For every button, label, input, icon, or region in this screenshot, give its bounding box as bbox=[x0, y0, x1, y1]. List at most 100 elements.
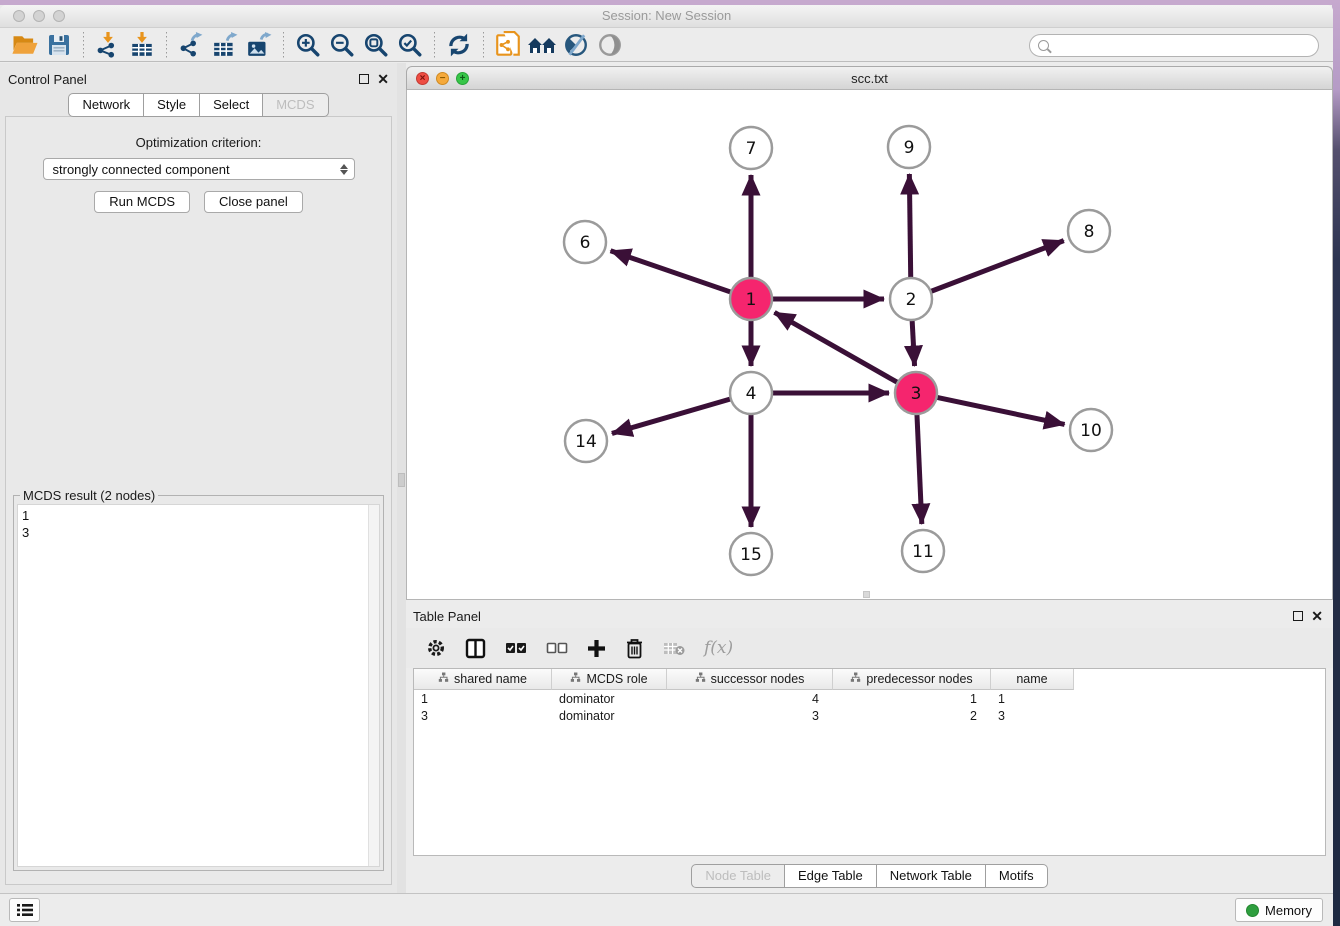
column-label: MCDS role bbox=[586, 672, 647, 686]
float-panel-icon[interactable] bbox=[359, 74, 369, 84]
toolbar-separator bbox=[483, 32, 484, 58]
app-window: Session: New Session bbox=[0, 5, 1333, 926]
search-box[interactable] bbox=[1029, 34, 1319, 57]
table-cell[interactable]: 3 bbox=[667, 709, 833, 723]
tab-network-table[interactable]: Network Table bbox=[877, 864, 986, 888]
column-header-predecessor-nodes[interactable]: predecessor nodes bbox=[833, 669, 991, 690]
select-all-columns-icon[interactable] bbox=[505, 642, 527, 654]
network-graph[interactable]: 7968124314101511 bbox=[407, 90, 1331, 598]
tab-network[interactable]: Network bbox=[68, 93, 144, 117]
tab-mcds[interactable]: MCDS bbox=[263, 93, 328, 117]
node-label-15: 15 bbox=[740, 545, 762, 565]
edge-3-1[interactable] bbox=[774, 312, 897, 382]
table-cell[interactable]: 1 bbox=[833, 692, 991, 706]
run-mcds-button[interactable]: Run MCDS bbox=[94, 191, 190, 213]
column-header-mcds-role[interactable]: MCDS role bbox=[552, 669, 667, 690]
status-bar: Memory bbox=[0, 893, 1333, 926]
column-type-icon bbox=[438, 672, 449, 686]
add-column-icon[interactable] bbox=[587, 639, 606, 658]
edge-2-3[interactable] bbox=[912, 320, 914, 366]
column-header-successor-nodes[interactable]: successor nodes bbox=[667, 669, 833, 690]
export-table-button[interactable] bbox=[208, 30, 242, 60]
divider-grip[interactable] bbox=[398, 473, 405, 487]
task-history-button[interactable] bbox=[9, 898, 40, 922]
network-canvas[interactable]: 7968124314101511 bbox=[406, 90, 1333, 600]
zoom-selected-button[interactable] bbox=[393, 30, 427, 60]
close-panel-icon[interactable]: ✕ bbox=[377, 74, 389, 84]
export-image-button[interactable] bbox=[242, 30, 276, 60]
function-builder-icon: f(x) bbox=[704, 638, 733, 658]
table-cell[interactable]: dominator bbox=[552, 709, 667, 723]
criterion-value: strongly connected component bbox=[53, 162, 340, 177]
show-hide-button[interactable] bbox=[593, 30, 627, 60]
table-options-gear-icon[interactable] bbox=[426, 638, 446, 658]
tab-edge-table[interactable]: Edge Table bbox=[785, 864, 877, 888]
first-neighbors-button[interactable] bbox=[525, 30, 559, 60]
node-label-6: 6 bbox=[580, 233, 591, 253]
tab-node-table[interactable]: Node Table bbox=[691, 864, 785, 888]
delete-columns-icon[interactable] bbox=[625, 638, 644, 659]
table-cell[interactable]: 1 bbox=[991, 692, 1074, 706]
table-panel-title: Table Panel bbox=[413, 609, 1293, 624]
zoom-in-button[interactable] bbox=[291, 30, 325, 60]
edge-2-8[interactable] bbox=[931, 241, 1064, 292]
table-cell[interactable]: dominator bbox=[552, 692, 667, 706]
import-table-button[interactable] bbox=[125, 30, 159, 60]
tab-motifs[interactable]: Motifs bbox=[986, 864, 1048, 888]
column-header-name[interactable]: name bbox=[991, 669, 1074, 690]
apply-layout-button[interactable] bbox=[442, 30, 476, 60]
app-titlebar[interactable]: Session: New Session bbox=[0, 5, 1333, 28]
app-title: Session: New Session bbox=[0, 8, 1333, 23]
zoom-fit-button[interactable] bbox=[359, 30, 393, 60]
mcds-result-group: MCDS result (2 nodes) 1 3 bbox=[13, 495, 384, 871]
import-network-button[interactable] bbox=[91, 30, 125, 60]
float-table-panel-icon[interactable] bbox=[1293, 611, 1303, 621]
toolbar-separator bbox=[83, 32, 84, 58]
table-cell[interactable]: 3 bbox=[414, 709, 552, 723]
unselect-all-columns-icon[interactable] bbox=[546, 642, 568, 654]
table-cell[interactable]: 1 bbox=[414, 692, 552, 706]
toolbar-separator bbox=[434, 32, 435, 58]
tab-style[interactable]: Style bbox=[144, 93, 200, 117]
mcds-result-text[interactable]: 1 3 bbox=[18, 505, 368, 866]
table-row[interactable]: 3dominator323 bbox=[414, 707, 1325, 724]
list-icon bbox=[16, 903, 34, 917]
tab-select[interactable]: Select bbox=[200, 93, 263, 117]
table-cell[interactable]: 2 bbox=[833, 709, 991, 723]
memory-status-icon bbox=[1246, 904, 1259, 917]
node-label-1: 1 bbox=[746, 290, 757, 310]
open-session-button[interactable] bbox=[8, 30, 42, 60]
network-from-selection-button[interactable] bbox=[491, 30, 525, 60]
export-network-button[interactable] bbox=[174, 30, 208, 60]
edge-3-10[interactable] bbox=[937, 397, 1065, 424]
edge-3-11[interactable] bbox=[917, 414, 922, 524]
memory-button[interactable]: Memory bbox=[1235, 898, 1323, 922]
close-table-panel-icon[interactable]: ✕ bbox=[1311, 611, 1323, 621]
table-cell[interactable]: 4 bbox=[667, 692, 833, 706]
zoom-out-button[interactable] bbox=[325, 30, 359, 60]
search-input[interactable] bbox=[1055, 37, 1318, 55]
result-scrollbar[interactable] bbox=[368, 505, 379, 866]
column-type-icon bbox=[850, 672, 861, 686]
column-header-shared-name[interactable]: shared name bbox=[414, 669, 552, 690]
criterion-select[interactable]: strongly connected component bbox=[43, 158, 355, 180]
node-table[interactable]: shared name MCDS role successor nodes prede… bbox=[413, 668, 1326, 856]
edge-1-6[interactable] bbox=[611, 251, 732, 292]
graphics-details-button[interactable] bbox=[559, 30, 593, 60]
column-label: predecessor nodes bbox=[866, 672, 972, 686]
table-cell[interactable]: 3 bbox=[991, 709, 1074, 723]
control-panel-title: Control Panel bbox=[8, 72, 359, 87]
table-row[interactable]: 1dominator411 bbox=[414, 690, 1325, 707]
show-columns-icon[interactable] bbox=[465, 638, 486, 659]
canvas-resize-grip[interactable] bbox=[863, 591, 870, 598]
close-panel-button[interactable]: Close panel bbox=[204, 191, 303, 213]
node-label-9: 9 bbox=[904, 138, 915, 158]
save-session-button[interactable] bbox=[42, 30, 76, 60]
main-toolbar bbox=[0, 28, 1333, 62]
panel-divider[interactable] bbox=[397, 63, 406, 893]
network-window-titlebar[interactable]: × − + scc.txt bbox=[406, 66, 1333, 90]
edge-4-14[interactable] bbox=[612, 399, 731, 434]
select-stepper-icon bbox=[340, 164, 348, 175]
edge-2-9[interactable] bbox=[909, 174, 910, 278]
node-label-2: 2 bbox=[906, 290, 917, 310]
